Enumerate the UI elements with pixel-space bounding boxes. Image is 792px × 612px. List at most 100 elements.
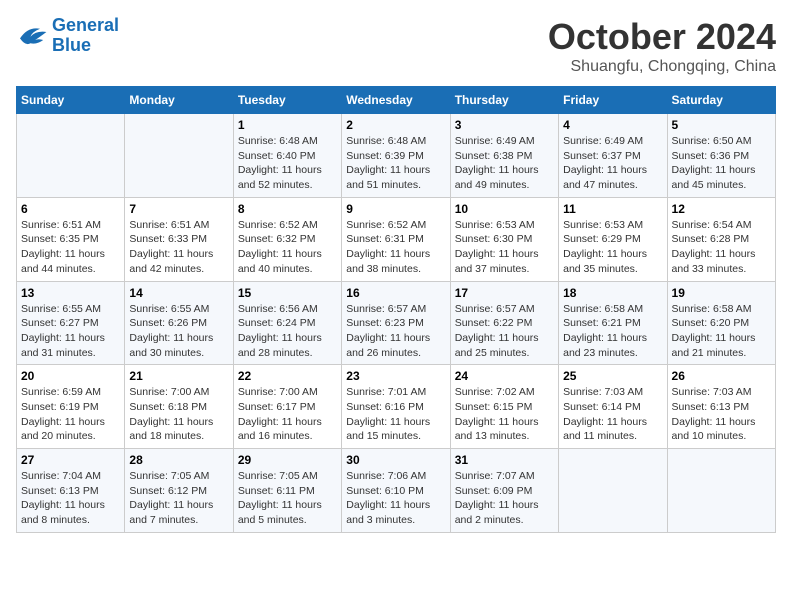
day-info: Sunrise: 7:00 AM Sunset: 6:17 PM Dayligh… (238, 385, 337, 444)
day-number: 18 (563, 286, 662, 300)
calendar-cell: 7Sunrise: 6:51 AM Sunset: 6:33 PM Daylig… (125, 197, 233, 281)
day-number: 4 (563, 118, 662, 132)
day-number: 1 (238, 118, 337, 132)
calendar-cell: 25 Sunrise: 7:03 AM Sunset: 6:14 PM Dayli… (559, 365, 667, 449)
title-block: October 2024 Shuangfu, Chongqing, China (548, 16, 776, 76)
day-info: Sunrise: 6:49 AM Sunset: 6:38 PM Dayligh… (455, 134, 554, 193)
day-number: 2 (346, 118, 445, 132)
day-info: Sunrise: 6:51 AM Sunset: 6:33 PM Dayligh… (129, 218, 228, 277)
day-number: 22 (238, 369, 337, 383)
day-number: 13 (21, 286, 120, 300)
day-info: Sunrise: 6:48 AM Sunset: 6:39 PM Dayligh… (346, 134, 445, 193)
calendar-cell: 15 Sunrise: 6:56 AM Sunset: 6:24 PM Dayli… (233, 281, 341, 365)
weekday-header-thursday: Thursday (450, 87, 558, 114)
calendar-cell: 21Sunrise: 7:00 AM Sunset: 6:18 PM Dayli… (125, 365, 233, 449)
day-info: Sunrise: 6:53 AM Sunset: 6:29 PM Dayligh… (563, 218, 662, 277)
calendar-cell: 27 Sunrise: 7:04 AM Sunset: 6:13 PM Dayli… (17, 449, 125, 533)
day-info: Sunrise: 7:01 AM Sunset: 6:16 PM Dayligh… (346, 385, 445, 444)
day-info: Sunrise: 6:52 AM Sunset: 6:31 PM Dayligh… (346, 218, 445, 277)
calendar-cell: 24 Sunrise: 7:02 AM Sunset: 6:15 PM Dayli… (450, 365, 558, 449)
day-info: Sunrise: 6:59 AM Sunset: 6:19 PM Dayligh… (21, 385, 120, 444)
day-number: 12 (672, 202, 771, 216)
day-info: Sunrise: 6:53 AM Sunset: 6:30 PM Dayligh… (455, 218, 554, 277)
calendar-cell: 16Sunrise: 6:57 AM Sunset: 6:23 PM Dayli… (342, 281, 450, 365)
calendar-cell: 14 Sunrise: 6:55 AM Sunset: 6:26 PM Dayli… (125, 281, 233, 365)
day-number: 25 (563, 369, 662, 383)
day-info: Sunrise: 6:58 AM Sunset: 6:21 PM Dayligh… (563, 302, 662, 361)
day-number: 24 (455, 369, 554, 383)
day-number: 23 (346, 369, 445, 383)
day-number: 27 (21, 453, 120, 467)
calendar-cell: 29 Sunrise: 7:05 AM Sunset: 6:11 PM Dayli… (233, 449, 341, 533)
calendar-cell: 19Sunrise: 6:58 AM Sunset: 6:20 PM Dayli… (667, 281, 775, 365)
day-number: 14 (129, 286, 228, 300)
calendar-cell: 23 Sunrise: 7:01 AM Sunset: 6:16 PM Dayli… (342, 365, 450, 449)
location-title: Shuangfu, Chongqing, China (548, 58, 776, 76)
calendar-cell: 18 Sunrise: 6:58 AM Sunset: 6:21 PM Dayli… (559, 281, 667, 365)
calendar-cell: 1 Sunrise: 6:48 AM Sunset: 6:40 PM Daylig… (233, 114, 341, 198)
day-info: Sunrise: 7:05 AM Sunset: 6:12 PM Dayligh… (129, 469, 228, 528)
day-info: Sunrise: 6:49 AM Sunset: 6:37 PM Dayligh… (563, 134, 662, 193)
logo: General Blue (16, 16, 119, 56)
day-info: Sunrise: 7:02 AM Sunset: 6:15 PM Dayligh… (455, 385, 554, 444)
day-number: 29 (238, 453, 337, 467)
weekday-header-saturday: Saturday (667, 87, 775, 114)
logo-blue: Blue (52, 35, 91, 55)
day-number: 10 (455, 202, 554, 216)
day-info: Sunrise: 7:05 AM Sunset: 6:11 PM Dayligh… (238, 469, 337, 528)
calendar-cell (667, 449, 775, 533)
day-number: 5 (672, 118, 771, 132)
day-info: Sunrise: 6:48 AM Sunset: 6:40 PM Dayligh… (238, 134, 337, 193)
weekday-header-friday: Friday (559, 87, 667, 114)
calendar-week-1: 1 Sunrise: 6:48 AM Sunset: 6:40 PM Daylig… (17, 114, 776, 198)
day-info: Sunrise: 6:55 AM Sunset: 6:27 PM Dayligh… (21, 302, 120, 361)
calendar-cell (125, 114, 233, 198)
day-info: Sunrise: 6:54 AM Sunset: 6:28 PM Dayligh… (672, 218, 771, 277)
logo-icon (16, 22, 48, 50)
day-number: 15 (238, 286, 337, 300)
weekday-header-monday: Monday (125, 87, 233, 114)
weekday-header-wednesday: Wednesday (342, 87, 450, 114)
day-number: 31 (455, 453, 554, 467)
calendar-cell: 11 Sunrise: 6:53 AM Sunset: 6:29 PM Dayli… (559, 197, 667, 281)
day-info: Sunrise: 6:55 AM Sunset: 6:26 PM Dayligh… (129, 302, 228, 361)
calendar-cell: 6Sunrise: 6:51 AM Sunset: 6:35 PM Daylig… (17, 197, 125, 281)
calendar-week-4: 20 Sunrise: 6:59 AM Sunset: 6:19 PM Dayli… (17, 365, 776, 449)
day-info: Sunrise: 7:00 AM Sunset: 6:18 PM Dayligh… (129, 385, 228, 444)
day-number: 8 (238, 202, 337, 216)
calendar-cell: 20 Sunrise: 6:59 AM Sunset: 6:19 PM Dayli… (17, 365, 125, 449)
calendar-cell: 17Sunrise: 6:57 AM Sunset: 6:22 PM Dayli… (450, 281, 558, 365)
calendar-cell: 31 Sunrise: 7:07 AM Sunset: 6:09 PM Dayli… (450, 449, 558, 533)
day-info: Sunrise: 7:04 AM Sunset: 6:13 PM Dayligh… (21, 469, 120, 528)
day-info: Sunrise: 7:07 AM Sunset: 6:09 PM Dayligh… (455, 469, 554, 528)
calendar-cell: 30Sunrise: 7:06 AM Sunset: 6:10 PM Dayli… (342, 449, 450, 533)
calendar-cell: 5 Sunrise: 6:50 AM Sunset: 6:36 PM Daylig… (667, 114, 775, 198)
day-number: 20 (21, 369, 120, 383)
calendar-cell: 3Sunrise: 6:49 AM Sunset: 6:38 PM Daylig… (450, 114, 558, 198)
calendar-cell: 9 Sunrise: 6:52 AM Sunset: 6:31 PM Daylig… (342, 197, 450, 281)
day-info: Sunrise: 6:57 AM Sunset: 6:23 PM Dayligh… (346, 302, 445, 361)
calendar-cell: 26Sunrise: 7:03 AM Sunset: 6:13 PM Dayli… (667, 365, 775, 449)
calendar-cell: 2 Sunrise: 6:48 AM Sunset: 6:39 PM Daylig… (342, 114, 450, 198)
weekday-header-tuesday: Tuesday (233, 87, 341, 114)
calendar-cell: 13 Sunrise: 6:55 AM Sunset: 6:27 PM Dayli… (17, 281, 125, 365)
day-info: Sunrise: 6:50 AM Sunset: 6:36 PM Dayligh… (672, 134, 771, 193)
day-number: 26 (672, 369, 771, 383)
weekday-header-row: SundayMondayTuesdayWednesdayThursdayFrid… (17, 87, 776, 114)
day-number: 6 (21, 202, 120, 216)
calendar-cell (559, 449, 667, 533)
calendar-week-5: 27 Sunrise: 7:04 AM Sunset: 6:13 PM Dayli… (17, 449, 776, 533)
calendar-cell: 4 Sunrise: 6:49 AM Sunset: 6:37 PM Daylig… (559, 114, 667, 198)
day-info: Sunrise: 6:56 AM Sunset: 6:24 PM Dayligh… (238, 302, 337, 361)
calendar-week-2: 6Sunrise: 6:51 AM Sunset: 6:35 PM Daylig… (17, 197, 776, 281)
day-info: Sunrise: 6:52 AM Sunset: 6:32 PM Dayligh… (238, 218, 337, 277)
month-title: October 2024 (548, 16, 776, 58)
day-info: Sunrise: 6:57 AM Sunset: 6:22 PM Dayligh… (455, 302, 554, 361)
day-number: 11 (563, 202, 662, 216)
day-number: 9 (346, 202, 445, 216)
day-number: 30 (346, 453, 445, 467)
calendar-cell: 8 Sunrise: 6:52 AM Sunset: 6:32 PM Daylig… (233, 197, 341, 281)
day-number: 19 (672, 286, 771, 300)
day-info: Sunrise: 7:03 AM Sunset: 6:14 PM Dayligh… (563, 385, 662, 444)
calendar-cell (17, 114, 125, 198)
